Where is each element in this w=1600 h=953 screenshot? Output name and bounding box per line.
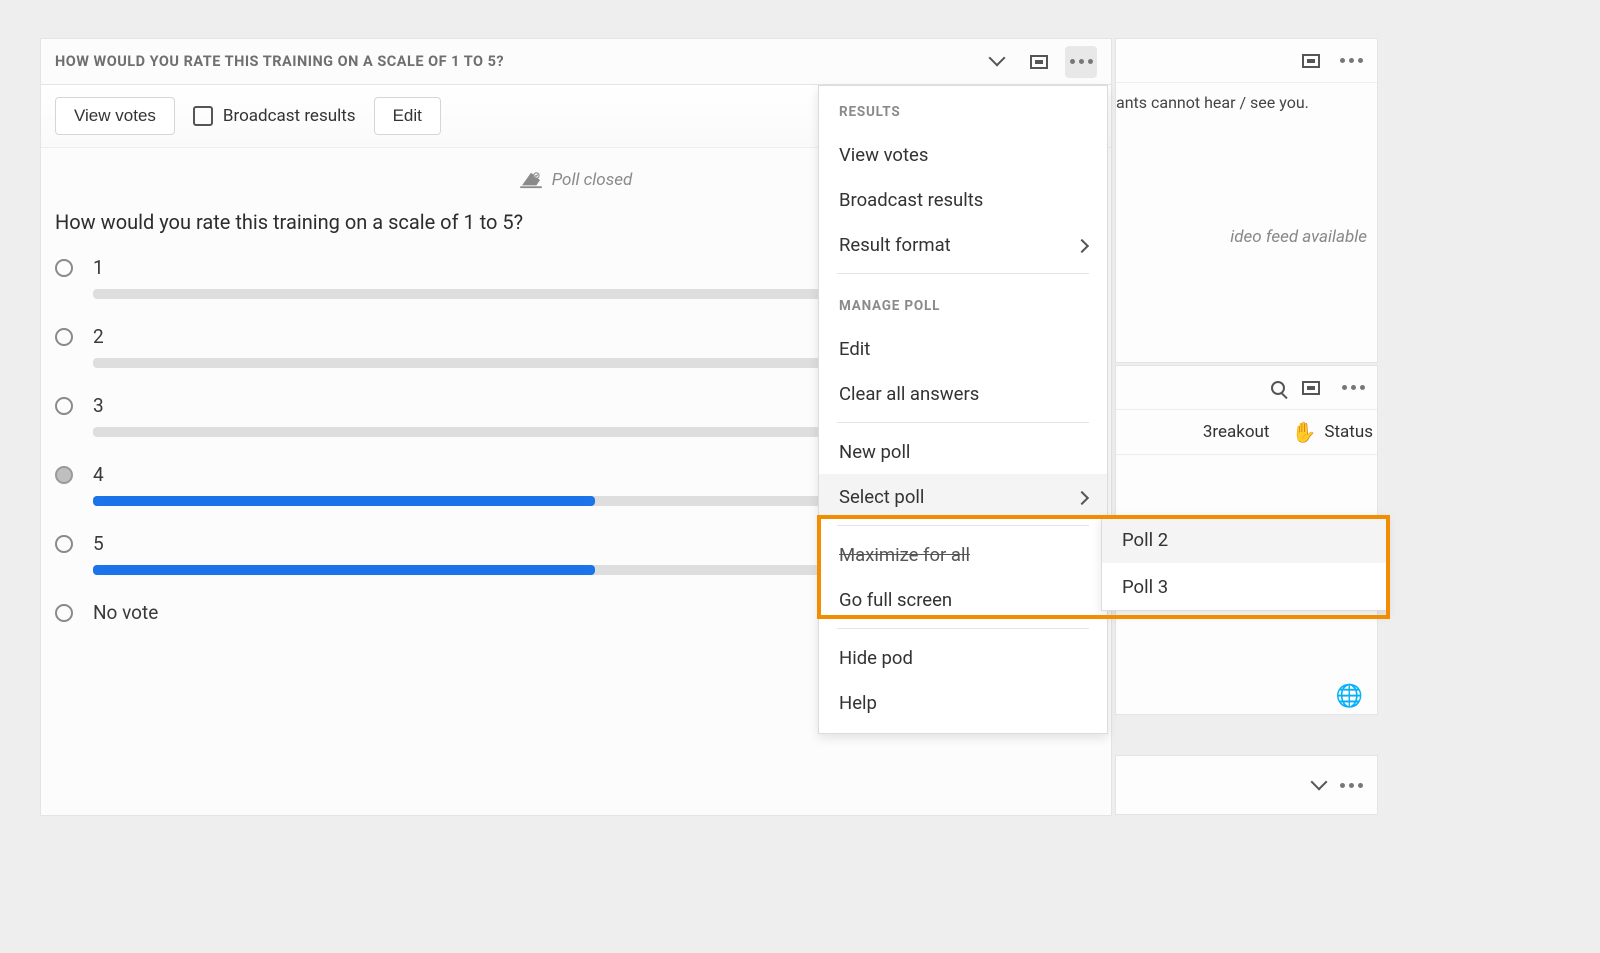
pod-options-button[interactable] (1337, 372, 1369, 404)
collapse-button[interactable] (981, 46, 1013, 78)
menu-separator (837, 525, 1089, 526)
chevron-down-icon[interactable] (1313, 776, 1325, 795)
search-icon[interactable] (1271, 381, 1285, 395)
poll-status-text: Poll closed (552, 170, 632, 190)
tab-breakout[interactable]: 3reakout (1203, 422, 1270, 442)
pod-options-button[interactable] (1335, 45, 1367, 77)
video-pod-header (1116, 39, 1377, 83)
poll-option-label: 4 (93, 463, 104, 486)
pod-options-button[interactable] (1335, 769, 1367, 801)
fullscreen-icon (1302, 54, 1320, 68)
pod-options-button[interactable] (1065, 46, 1097, 78)
menu-view-votes[interactable]: View votes (819, 132, 1107, 177)
submenu-poll-2[interactable]: Poll 2 (1102, 516, 1387, 563)
menu-help[interactable]: Help (819, 680, 1107, 725)
radio-icon[interactable] (55, 259, 73, 277)
poll-pod-header-actions (981, 46, 1097, 78)
attendees-pod-header (1116, 366, 1377, 410)
menu-maximize-all[interactable]: Maximize for all (819, 532, 1107, 577)
radio-icon[interactable] (55, 604, 73, 622)
checkbox-icon (193, 106, 213, 126)
menu-edit[interactable]: Edit (819, 326, 1107, 371)
poll-pod-header: HOW WOULD YOU RATE THIS TRAINING ON A SC… (41, 39, 1111, 85)
menu-section-manage: MANAGE POLL (819, 280, 1107, 326)
menu-separator (837, 628, 1089, 629)
menu-separator (837, 273, 1089, 274)
poll-option-label: No vote (93, 601, 158, 624)
select-poll-submenu: Poll 2 Poll 3 (1101, 515, 1388, 611)
poll-option-label: 5 (93, 532, 104, 555)
broadcast-results-toggle[interactable]: Broadcast results (193, 106, 356, 126)
poll-option-label: 1 (93, 256, 104, 279)
participants-notice: ants cannot hear / see you. (1116, 83, 1377, 112)
video-pod: ants cannot hear / see you. ideo feed av… (1115, 38, 1378, 363)
chevron-right-icon (1077, 486, 1087, 508)
poll-pod-title: HOW WOULD YOU RATE THIS TRAINING ON A SC… (55, 53, 981, 70)
menu-section-results: RESULTS (819, 86, 1107, 132)
more-icon (1342, 385, 1365, 390)
attendees-tabs: 3reakout ✋Status (1116, 410, 1377, 455)
maximize-button[interactable] (1295, 45, 1327, 77)
pod-options-menu: RESULTS View votes Broadcast results Res… (818, 85, 1108, 734)
poll-option-label: 3 (93, 394, 104, 417)
fullscreen-icon (1030, 55, 1048, 69)
submenu-poll-3[interactable]: Poll 3 (1102, 563, 1387, 610)
menu-new-poll[interactable]: New poll (819, 429, 1107, 474)
poll-option-label: 2 (93, 325, 104, 348)
menu-separator (837, 422, 1089, 423)
chat-pod-footer (1115, 755, 1378, 815)
edit-button[interactable]: Edit (374, 97, 441, 135)
chevron-right-icon (1077, 234, 1087, 256)
view-votes-button[interactable]: View votes (55, 97, 175, 135)
more-icon (1070, 59, 1093, 64)
poll-closed-icon (520, 171, 542, 189)
radio-icon[interactable] (55, 328, 73, 346)
menu-hide-pod[interactable]: Hide pod (819, 635, 1107, 680)
broadcast-results-label: Broadcast results (223, 106, 356, 126)
menu-clear-answers[interactable]: Clear all answers (819, 371, 1107, 416)
maximize-button[interactable] (1023, 46, 1055, 78)
radio-icon[interactable] (55, 535, 73, 553)
more-icon (1340, 783, 1363, 788)
radio-icon[interactable] (55, 466, 73, 484)
maximize-button[interactable] (1295, 372, 1327, 404)
raise-hand-icon: ✋ (1291, 420, 1316, 444)
fullscreen-icon (1302, 381, 1320, 395)
no-video-feed: ideo feed available (1116, 227, 1377, 247)
menu-result-format[interactable]: Result format (819, 222, 1107, 267)
tab-status[interactable]: ✋Status (1291, 420, 1373, 444)
menu-full-screen[interactable]: Go full screen (819, 577, 1107, 622)
more-icon (1340, 58, 1363, 63)
menu-broadcast-results[interactable]: Broadcast results (819, 177, 1107, 222)
chevron-down-icon (991, 52, 1003, 71)
globe-icon[interactable]: 🌐 (1336, 684, 1363, 709)
radio-icon[interactable] (55, 397, 73, 415)
menu-select-poll[interactable]: Select poll (819, 474, 1107, 519)
